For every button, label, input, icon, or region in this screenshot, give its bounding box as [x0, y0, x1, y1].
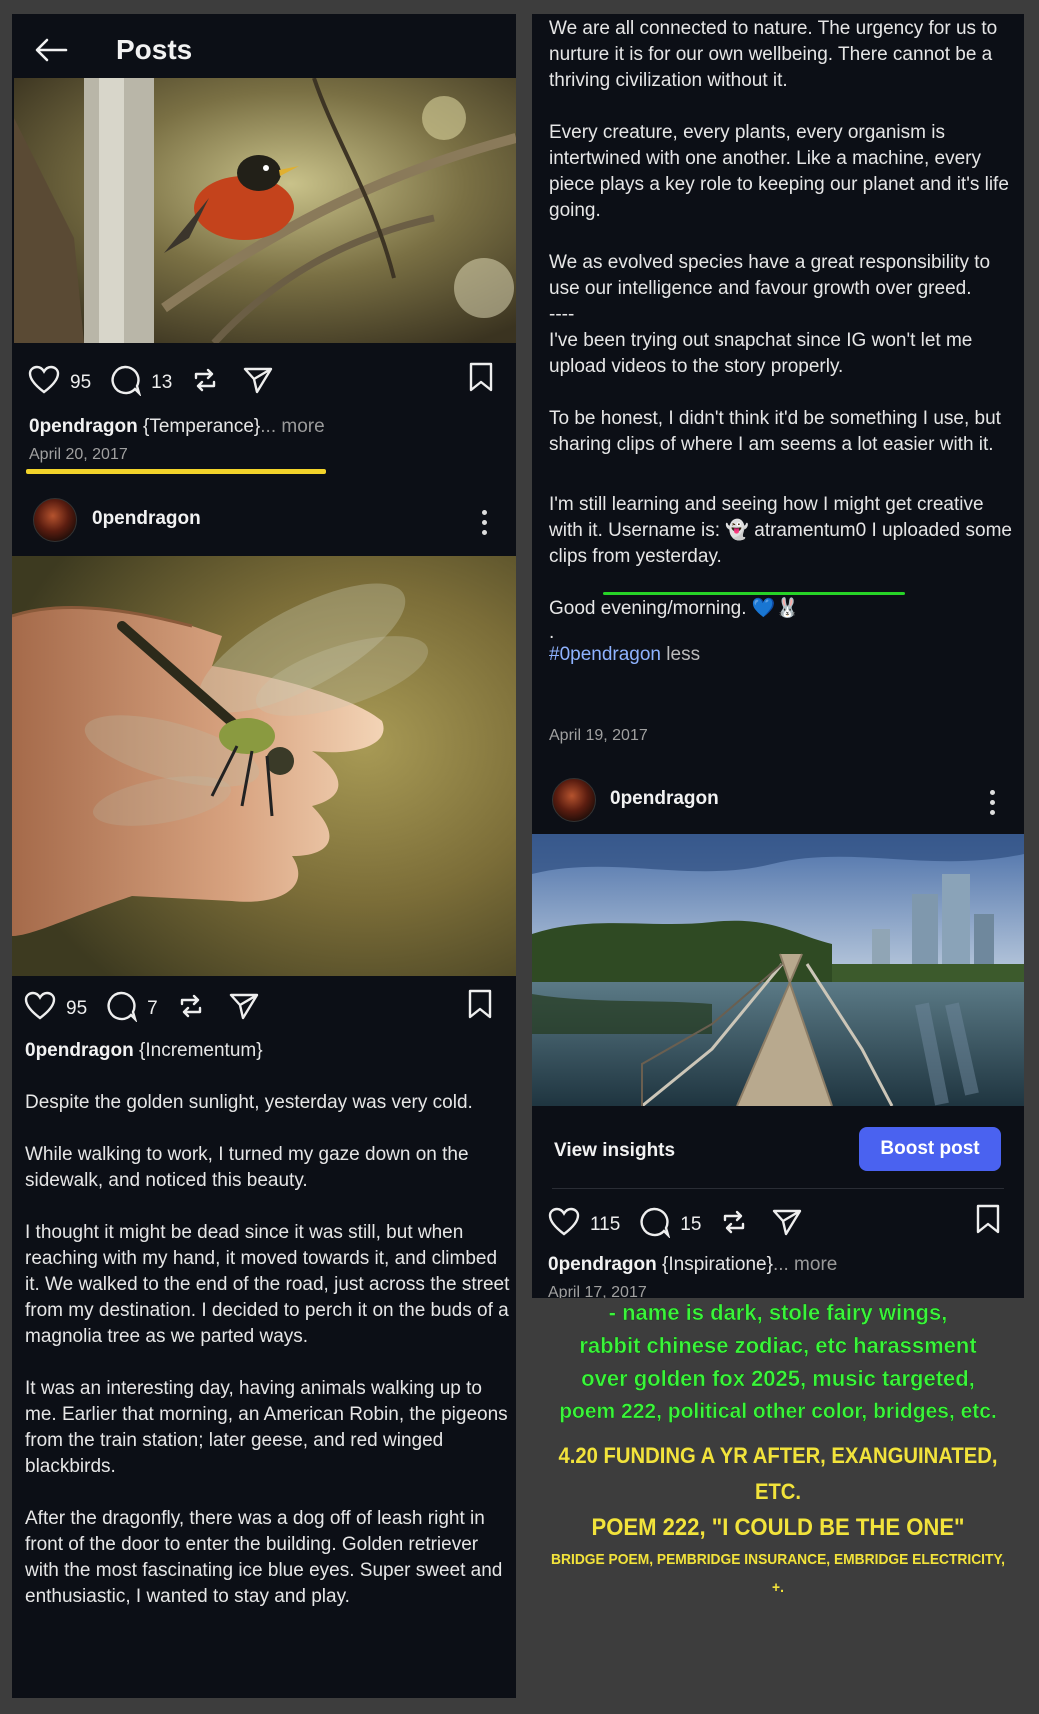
annotation-line: POEM 222, "I COULD BE THE ONE": [591, 1514, 965, 1541]
caption-paragraph: While walking to work, I turned my gaze …: [25, 1144, 474, 1191]
caption-username[interactable]: 0pendragon: [25, 1040, 134, 1061]
boost-post-button[interactable]: Boost post: [859, 1127, 1001, 1171]
annotation-line: - name is dark, stole fairy wings,: [608, 1300, 948, 1325]
comment-count: 13: [151, 371, 173, 393]
back-arrow-icon[interactable]: [34, 38, 68, 67]
hashtag-link[interactable]: #0pendragon: [549, 644, 661, 665]
caption-continued: We are all connected to nature. The urge…: [549, 16, 1017, 668]
like-count: 95: [70, 371, 92, 393]
comment-icon[interactable]: [105, 990, 138, 1027]
caption-paragraph: We are all connected to nature. The urge…: [549, 18, 1003, 91]
post3-actions: 115 15: [548, 1206, 803, 1243]
share-icon[interactable]: [242, 365, 274, 400]
annotation-line: 4.20 FUNDING A YR AFTER, EXANGUINATED, E…: [558, 1443, 998, 1504]
caption-paragraph: I thought it might be dead since it was …: [25, 1222, 515, 1347]
bookmark-icon[interactable]: [467, 989, 493, 1024]
post-image-bridge[interactable]: [532, 834, 1024, 1106]
avatar[interactable]: [33, 498, 77, 542]
left-column: Posts 95 13 0pendragon {Temperance}... m…: [12, 14, 516, 1698]
more-link[interactable]: ... more: [260, 416, 324, 437]
post2-caption-title: 0pendragon {Incrementum}: [25, 1040, 263, 1061]
annotation-line: rabbit chinese zodiac, etc harassment: [579, 1333, 977, 1358]
less-link[interactable]: less: [661, 644, 700, 665]
post-username[interactable]: 0pendragon: [92, 508, 201, 530]
snapchat-paragraph: I'm still learning and seeing how I migh…: [549, 494, 1018, 567]
comment-icon[interactable]: [109, 364, 142, 401]
caption-username[interactable]: 0pendragon: [29, 416, 138, 437]
heart-icon[interactable]: [28, 365, 60, 400]
comment-count: 15: [680, 1213, 702, 1235]
caption-paragraph: To be honest, I didn't think it'd be som…: [549, 408, 1007, 455]
caption-paragraph: After the dragonfly, there was a dog off…: [25, 1508, 508, 1607]
bookmark-icon[interactable]: [975, 1204, 1001, 1239]
repost-icon[interactable]: [176, 991, 206, 1026]
share-icon[interactable]: [771, 1207, 803, 1242]
comment-count: 7: [147, 997, 158, 1019]
more-options-icon[interactable]: [990, 790, 996, 820]
post1-caption: 0pendragon {Temperance}... more: [29, 416, 325, 437]
more-options-icon[interactable]: [482, 510, 488, 540]
annotation-line: poem 222, political other color, bridges…: [559, 1400, 997, 1423]
green-highlight-underline: [603, 592, 905, 595]
caption-username[interactable]: 0pendragon: [548, 1254, 657, 1275]
bookmark-icon[interactable]: [468, 362, 494, 397]
like-count: 115: [590, 1213, 621, 1235]
post2-actions: 95 7: [24, 990, 260, 1027]
caption-paragraph: We as evolved species have a great respo…: [549, 252, 991, 377]
like-count: 95: [66, 997, 88, 1019]
yellow-annotation: 4.20 FUNDING A YR AFTER, EXANGUINATED, E…: [530, 1438, 1026, 1602]
more-link[interactable]: ... more: [773, 1254, 837, 1275]
green-annotation: - name is dark, stole fairy wings, rabbi…: [520, 1296, 1036, 1428]
caption-paragraph: Despite the golden sunlight, yesterday w…: [25, 1092, 473, 1113]
repost-icon[interactable]: [719, 1207, 749, 1242]
comment-icon[interactable]: [638, 1206, 671, 1243]
heart-icon[interactable]: [24, 991, 56, 1026]
divider: [552, 1188, 1004, 1189]
yellow-highlight-underline: [26, 469, 326, 474]
share-icon[interactable]: [228, 991, 260, 1026]
hashtag-line: #0pendragon less: [549, 642, 1017, 668]
greeting: Good evening/morning. 💙🐰: [549, 598, 800, 619]
dot-line: .: [549, 622, 555, 643]
caption-paragraph: Every creature, every plants, every orga…: [549, 122, 1015, 221]
post1-date: April 20, 2017: [29, 446, 128, 463]
view-insights-link[interactable]: View insights: [554, 1140, 675, 1162]
annotation-line: over golden fox 2025, music targeted,: [581, 1366, 975, 1391]
repost-icon[interactable]: [190, 365, 220, 400]
caption-paragraph: It was an interesting day, having animal…: [25, 1378, 513, 1477]
post3-caption: 0pendragon {Inspiratione}... more: [548, 1254, 838, 1275]
post-image-dragonfly[interactable]: [12, 556, 516, 976]
caption-date: April 19, 2017: [549, 727, 648, 744]
post1-actions: 95 13: [28, 364, 274, 401]
post-username[interactable]: 0pendragon: [610, 788, 719, 810]
page-title: Posts: [116, 34, 193, 65]
heart-icon[interactable]: [548, 1207, 580, 1242]
post2-caption-body: Despite the golden sunlight, yesterday w…: [25, 1090, 515, 1636]
post-image-robin[interactable]: [14, 78, 516, 343]
right-column: We are all connected to nature. The urge…: [532, 14, 1024, 1298]
avatar[interactable]: [552, 778, 596, 822]
annotation-line: BRIDGE POEM, PEMBRIDGE INSURANCE, EMBRID…: [551, 1551, 1005, 1596]
